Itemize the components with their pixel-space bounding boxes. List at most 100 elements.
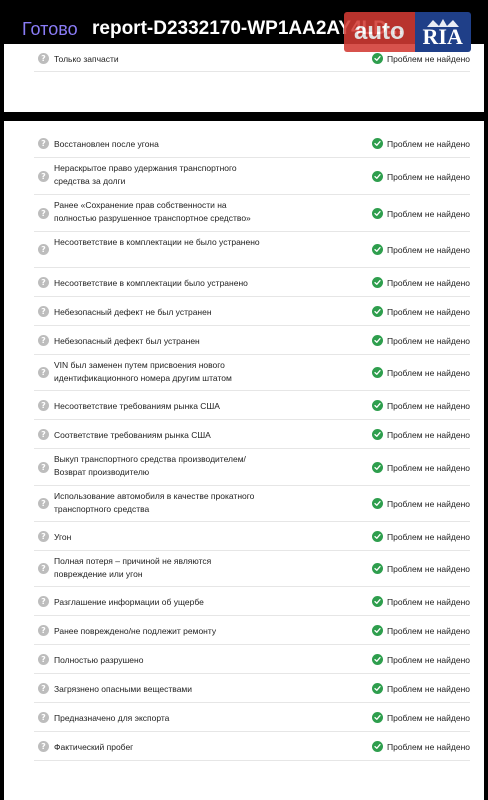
check-row-label: Выкуп транспортного средства производите… — [54, 454, 246, 477]
check-circle-icon — [371, 498, 383, 509]
autoria-logo: auto RIA — [344, 12, 471, 52]
status-text: Проблем не найдено — [386, 306, 470, 317]
check-row: ? Соответствие требованиям рынка США Пробл… — [34, 420, 470, 449]
check-row-status: Проблем не найдено — [371, 244, 470, 255]
check-circle-icon — [371, 138, 383, 149]
help-icon[interactable]: ? — [38, 741, 49, 752]
check-row: ? Полностью разрушено Проблем не найдено — [34, 645, 470, 674]
check-row: ? Восстановлен после угона Проблем не найд… — [34, 129, 470, 158]
report-card-main: ? Восстановлен после угона Проблем не найд… — [4, 121, 484, 800]
logo-ria-text: RIA — [422, 24, 463, 49]
check-row-status: Проблем не найдено — [371, 563, 470, 574]
check-circle-icon — [371, 429, 383, 440]
status-text: Проблем не найдено — [386, 654, 470, 665]
check-row-status: Проблем не найдено — [371, 596, 470, 607]
check-row-status: Проблем не найдено — [371, 498, 470, 509]
help-icon[interactable]: ? — [38, 625, 49, 636]
check-row: ? Предназначено для экспорта Проблем не на… — [34, 703, 470, 732]
help-icon[interactable]: ? — [38, 400, 49, 411]
check-row-label: Полная потеря – причиной не являются пов… — [54, 556, 212, 579]
check-circle-icon — [371, 277, 383, 288]
help-icon[interactable]: ? — [38, 462, 49, 473]
check-row-label: Небезопасный дефект не был устранен — [54, 307, 212, 317]
check-row: ? Загрязнено опасными веществами Проблем н… — [34, 674, 470, 703]
help-icon[interactable]: ? — [38, 712, 49, 723]
check-circle-icon — [371, 306, 383, 317]
help-icon[interactable]: ? — [38, 498, 49, 509]
check-row-status: Проблем не найдено — [371, 741, 470, 752]
check-row-label: Фактический пробег — [54, 742, 134, 752]
help-icon[interactable]: ? — [38, 171, 49, 182]
help-icon[interactable]: ? — [38, 208, 49, 219]
status-text: Проблем не найдено — [386, 244, 470, 255]
check-row-status: Проблем не найдено — [371, 625, 470, 636]
report-card-top: ? Только запчасти Проблем не найдено — [4, 44, 484, 112]
help-icon[interactable]: ? — [38, 367, 49, 378]
check-row: ? Нераскрытое право удержания транспортно… — [34, 158, 470, 195]
check-row-label: Несоответствие в комплектации не было ус… — [54, 237, 260, 247]
status-text: Проблем не найдено — [386, 462, 470, 473]
check-row-status: Проблем не найдено — [371, 208, 470, 219]
status-text: Проблем не найдено — [386, 171, 470, 182]
status-text: Проблем не найдено — [386, 335, 470, 346]
logo-auto-text: auto — [344, 12, 415, 52]
check-row-status: Проблем не найдено — [371, 429, 470, 440]
status-text: Проблем не найдено — [386, 683, 470, 694]
help-icon[interactable]: ? — [38, 335, 49, 346]
check-row-label: Ранее повреждено/не подлежит ремонту — [54, 626, 217, 636]
help-icon[interactable]: ? — [38, 53, 49, 64]
check-row-status: Проблем не найдено — [371, 400, 470, 411]
check-row-label: Несоответствие требованиям рынка США — [54, 401, 220, 411]
help-icon[interactable]: ? — [38, 138, 49, 149]
check-row-status: Проблем не найдено — [371, 335, 470, 346]
check-circle-icon — [371, 712, 383, 723]
status-text: Проблем не найдено — [386, 400, 470, 411]
check-row: ? Небезопасный дефект был устранен Проблем… — [34, 326, 470, 355]
check-row-label: Предназначено для экспорта — [54, 713, 170, 723]
help-icon[interactable]: ? — [38, 683, 49, 694]
check-row-status: Проблем не найдено — [371, 171, 470, 182]
check-row-label: Разглашение информации об ущербе — [54, 597, 204, 607]
check-row: ? Ранее повреждено/не подлежит ремонту Про… — [34, 616, 470, 645]
status-text: Проблем не найдено — [386, 277, 470, 288]
check-circle-icon — [371, 208, 383, 219]
check-circle-icon — [371, 367, 383, 378]
status-text: Проблем не найдено — [386, 367, 470, 378]
check-row-status: Проблем не найдено — [371, 306, 470, 317]
help-icon[interactable]: ? — [38, 531, 49, 542]
check-row: ? Несоответствие в комплектации было устр… — [34, 268, 470, 297]
check-row: ? Небезопасный дефект не был устранен Проб… — [34, 297, 470, 326]
status-text: Проблем не найдено — [386, 53, 470, 64]
status-text: Проблем не найдено — [386, 208, 470, 219]
check-circle-icon — [371, 335, 383, 346]
check-row: ? Угон Проблем не найдено — [34, 522, 470, 551]
status-text: Проблем не найдено — [386, 498, 470, 509]
check-row-status: Проблем не найдено — [371, 531, 470, 542]
help-icon[interactable]: ? — [38, 563, 49, 574]
status-text: Проблем не найдено — [386, 596, 470, 607]
check-circle-icon — [371, 400, 383, 411]
check-circle-icon — [371, 596, 383, 607]
help-icon[interactable]: ? — [38, 429, 49, 440]
help-icon[interactable]: ? — [38, 244, 49, 255]
check-circle-icon — [371, 171, 383, 182]
help-icon[interactable]: ? — [38, 654, 49, 665]
check-row: ? Несоответствие в комплектации не было у… — [34, 232, 470, 268]
check-row: ? Несоответствие требованиям рынка США Про… — [34, 391, 470, 420]
done-button[interactable]: Готово — [22, 19, 78, 40]
help-icon[interactable]: ? — [38, 596, 49, 607]
check-circle-icon — [371, 625, 383, 636]
check-row-label: VIN был заменен путем присвоения нового … — [54, 360, 232, 383]
help-icon[interactable]: ? — [38, 306, 49, 317]
help-icon[interactable]: ? — [38, 277, 49, 288]
check-row: ? Фактический пробег Проблем не найдено — [34, 732, 470, 761]
check-row-status: Проблем не найдено — [371, 462, 470, 473]
check-circle-icon — [371, 53, 383, 64]
check-row: ? Ранее «Сохранение прав собственности на… — [34, 195, 470, 232]
check-row-status: Проблем не найдено — [371, 53, 470, 64]
status-text: Проблем не найдено — [386, 138, 470, 149]
check-row-label: Загрязнено опасными веществами — [54, 684, 193, 694]
logo-ria-badge: RIA — [414, 12, 471, 52]
status-text: Проблем не найдено — [386, 741, 470, 752]
check-row-label: Полностью разрушено — [54, 655, 144, 665]
